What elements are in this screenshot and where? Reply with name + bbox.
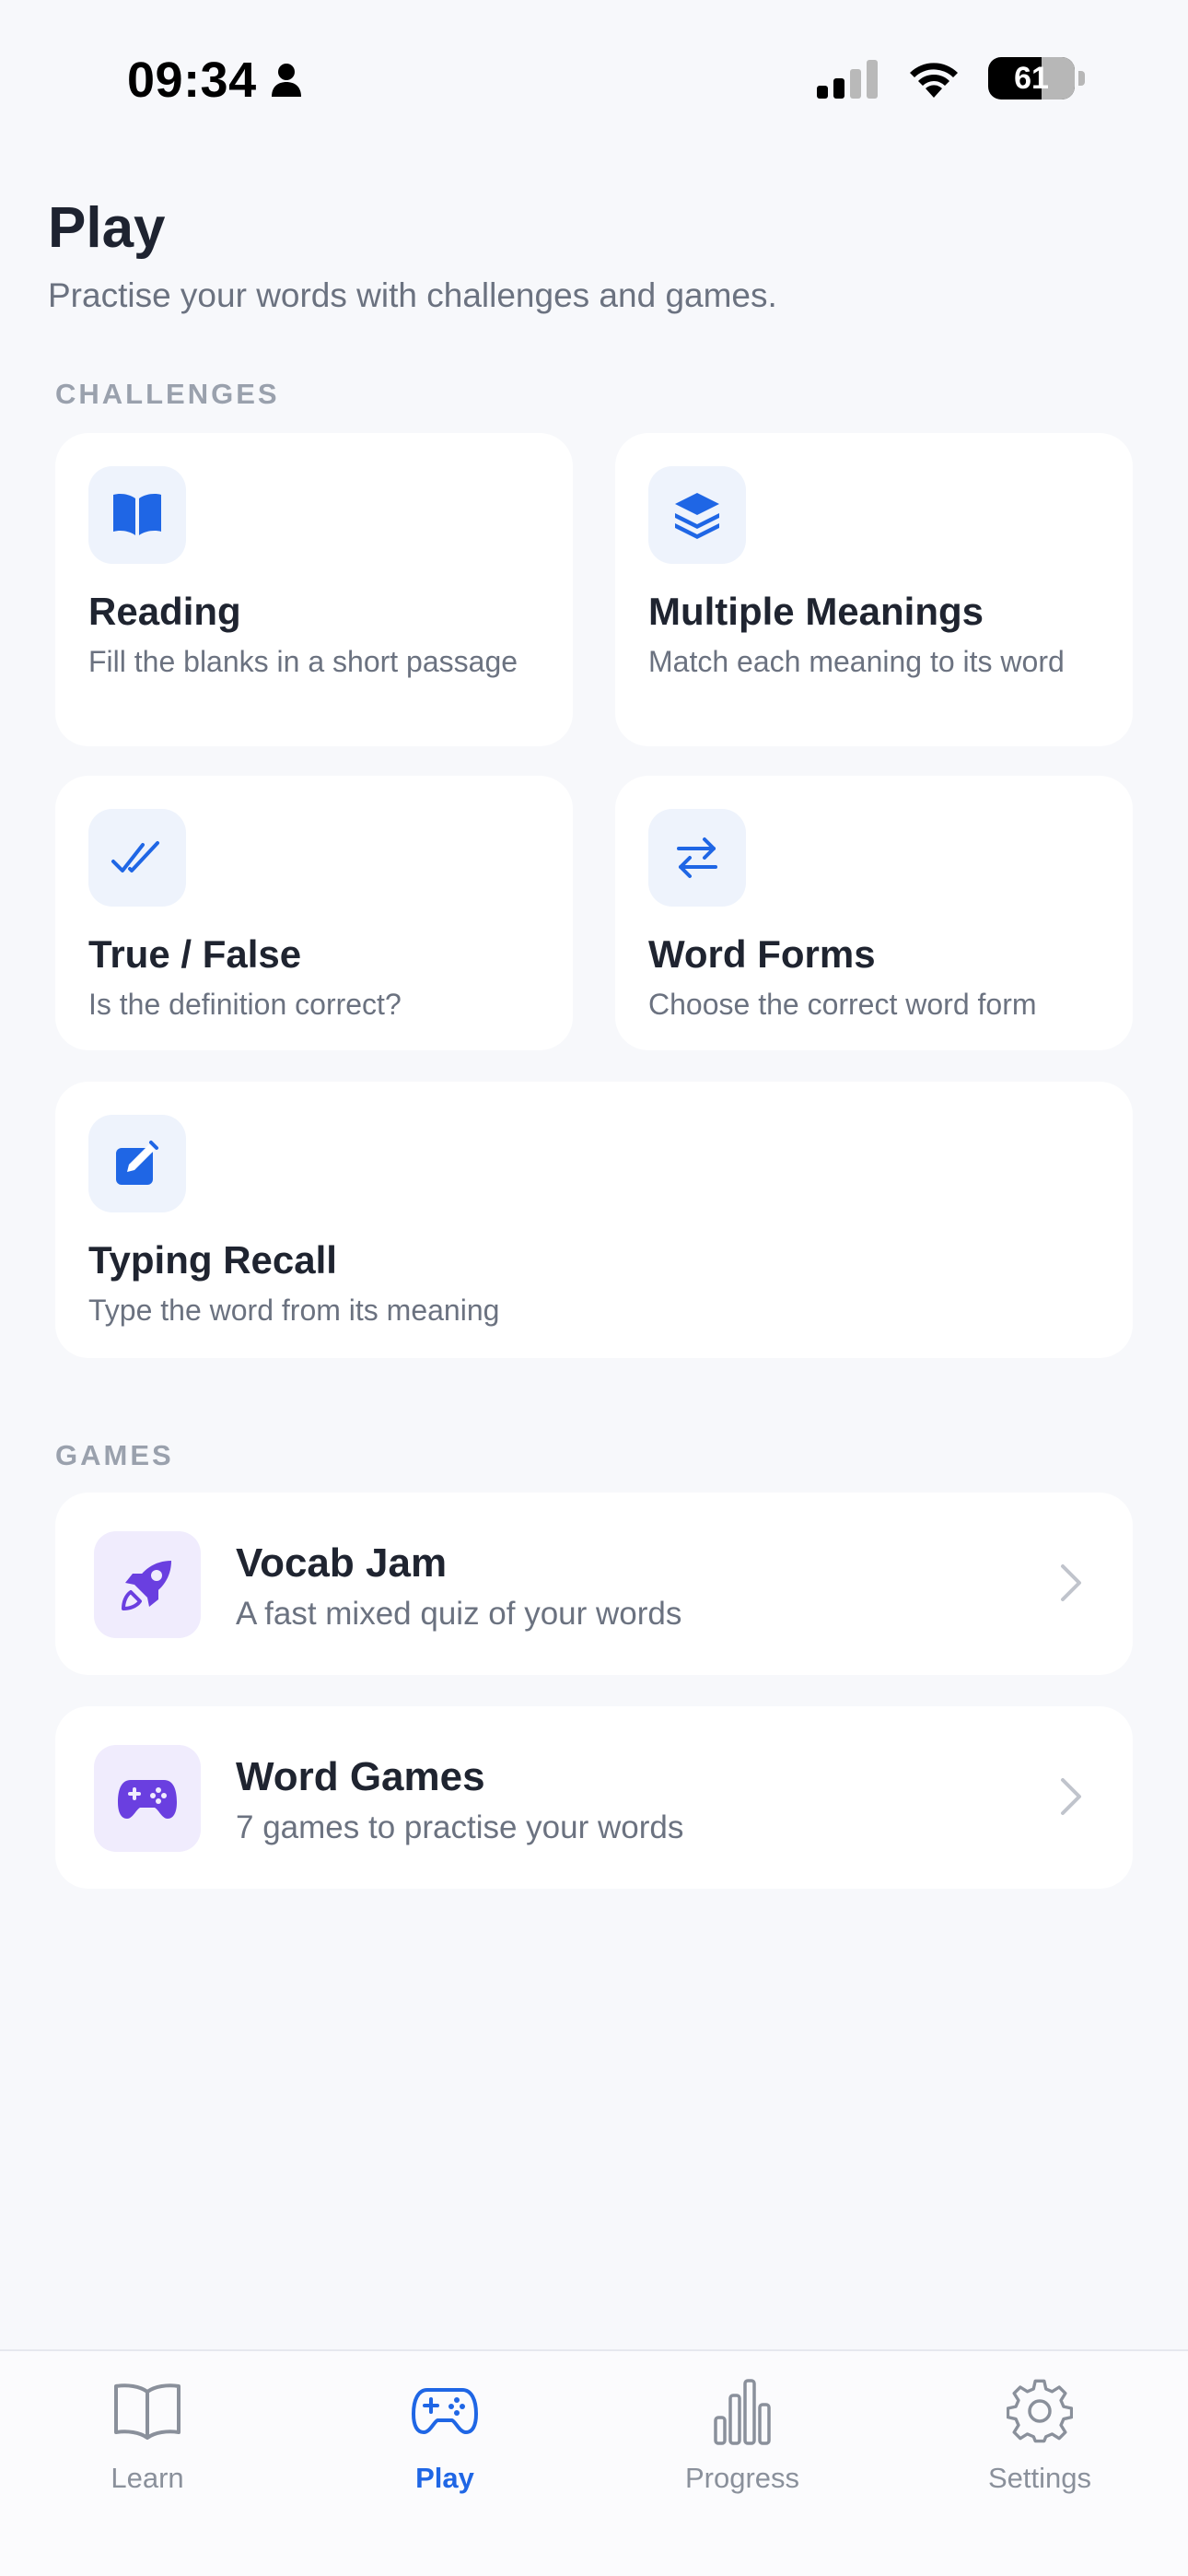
layers-icon-box <box>648 466 746 564</box>
status-time: 09:34 <box>127 52 303 109</box>
person-icon <box>271 64 301 97</box>
cellular-signal-icon <box>817 60 878 99</box>
bar-chart-icon <box>714 2379 771 2445</box>
swap-arrows-icon <box>677 837 717 878</box>
tab-play[interactable]: Play <box>334 2370 555 2526</box>
challenge-desc: Is the definition correct? <box>88 988 402 1021</box>
challenge-desc: Type the word from its meaning <box>88 1294 500 1327</box>
gamepad-icon-box <box>94 1745 201 1852</box>
status-bar: 09:34 61 <box>0 0 1188 157</box>
battery-level: 61 <box>1014 60 1049 96</box>
challenge-title: Word Forms <box>648 932 876 976</box>
challenge-title: Reading <box>88 590 241 633</box>
rocket-icon-box <box>94 1531 201 1638</box>
book-icon <box>113 494 161 535</box>
play-screen: 09:34 61 Play Practise your words with c… <box>0 0 1188 2576</box>
game-row-vocab-jam[interactable]: Vocab Jam A fast mixed quiz of your word… <box>55 1493 1133 1675</box>
tab-settings[interactable]: Settings <box>929 2370 1150 2526</box>
swap-arrows-icon-box <box>648 809 746 907</box>
page-subtitle: Practise your words with challenges and … <box>48 276 777 314</box>
gear-icon <box>1007 2379 1073 2443</box>
games-section-label: GAMES <box>55 1439 174 1471</box>
challenge-desc: Match each meaning to its word <box>648 645 1065 678</box>
tab-label: Play <box>415 2462 474 2494</box>
game-title: Word Games <box>236 1754 485 1799</box>
double-check-icon <box>111 841 159 872</box>
edit-icon-box <box>88 1115 186 1212</box>
battery-icon: 61 <box>988 57 1075 100</box>
layers-icon <box>675 493 719 539</box>
battery-indicator: 61 <box>988 57 1085 100</box>
tab-label: Settings <box>987 2462 1091 2494</box>
tab-label: Learn <box>111 2462 184 2494</box>
challenge-card-multiple-meanings[interactable]: Multiple Meanings Match each meaning to … <box>615 433 1133 746</box>
tab-label: Progress <box>684 2462 800 2494</box>
challenge-desc: Choose the correct word form <box>648 988 1037 1021</box>
tab-learn[interactable]: Learn <box>37 2370 258 2526</box>
gamepad-icon <box>118 1780 177 1819</box>
rocket-icon <box>122 1561 171 1610</box>
challenge-card-reading[interactable]: Reading Fill the blanks in a short passa… <box>55 433 573 746</box>
game-desc: 7 games to practise your words <box>236 1809 684 1845</box>
book-icon-box <box>88 466 186 564</box>
gamepad-icon <box>412 2388 478 2434</box>
challenge-card-typing-recall[interactable]: Typing Recall Type the word from its mea… <box>55 1082 1133 1358</box>
challenge-title: True / False <box>88 932 302 976</box>
status-time-text: 09:34 <box>127 53 257 108</box>
game-row-word-games[interactable]: Word Games 7 games to practise your word… <box>55 1706 1133 1889</box>
game-title: Vocab Jam <box>236 1540 448 1586</box>
tab-bar: Learn Play Progress Settings <box>0 2349 1188 2576</box>
challenge-card-word-forms[interactable]: Word Forms Choose the correct word form <box>615 776 1133 1050</box>
challenge-title: Typing Recall <box>88 1238 337 1282</box>
status-indicators: 61 <box>815 57 1085 100</box>
challenge-card-true-false[interactable]: True / False Is the definition correct? <box>55 776 573 1050</box>
double-check-icon-box <box>88 809 186 907</box>
challenge-desc: Fill the blanks in a short passage <box>88 645 518 678</box>
edit-icon <box>116 1141 158 1185</box>
challenges-section-label: CHALLENGES <box>55 378 280 410</box>
wifi-icon <box>910 63 958 98</box>
page-title: Play <box>48 196 166 260</box>
tab-progress[interactable]: Progress <box>632 2370 853 2526</box>
chevron-right-icon <box>1061 1564 1081 1601</box>
chevron-right-icon <box>1061 1778 1081 1815</box>
challenge-title: Multiple Meanings <box>648 590 984 633</box>
book-open-icon <box>114 2383 181 2440</box>
game-desc: A fast mixed quiz of your words <box>236 1596 682 1632</box>
